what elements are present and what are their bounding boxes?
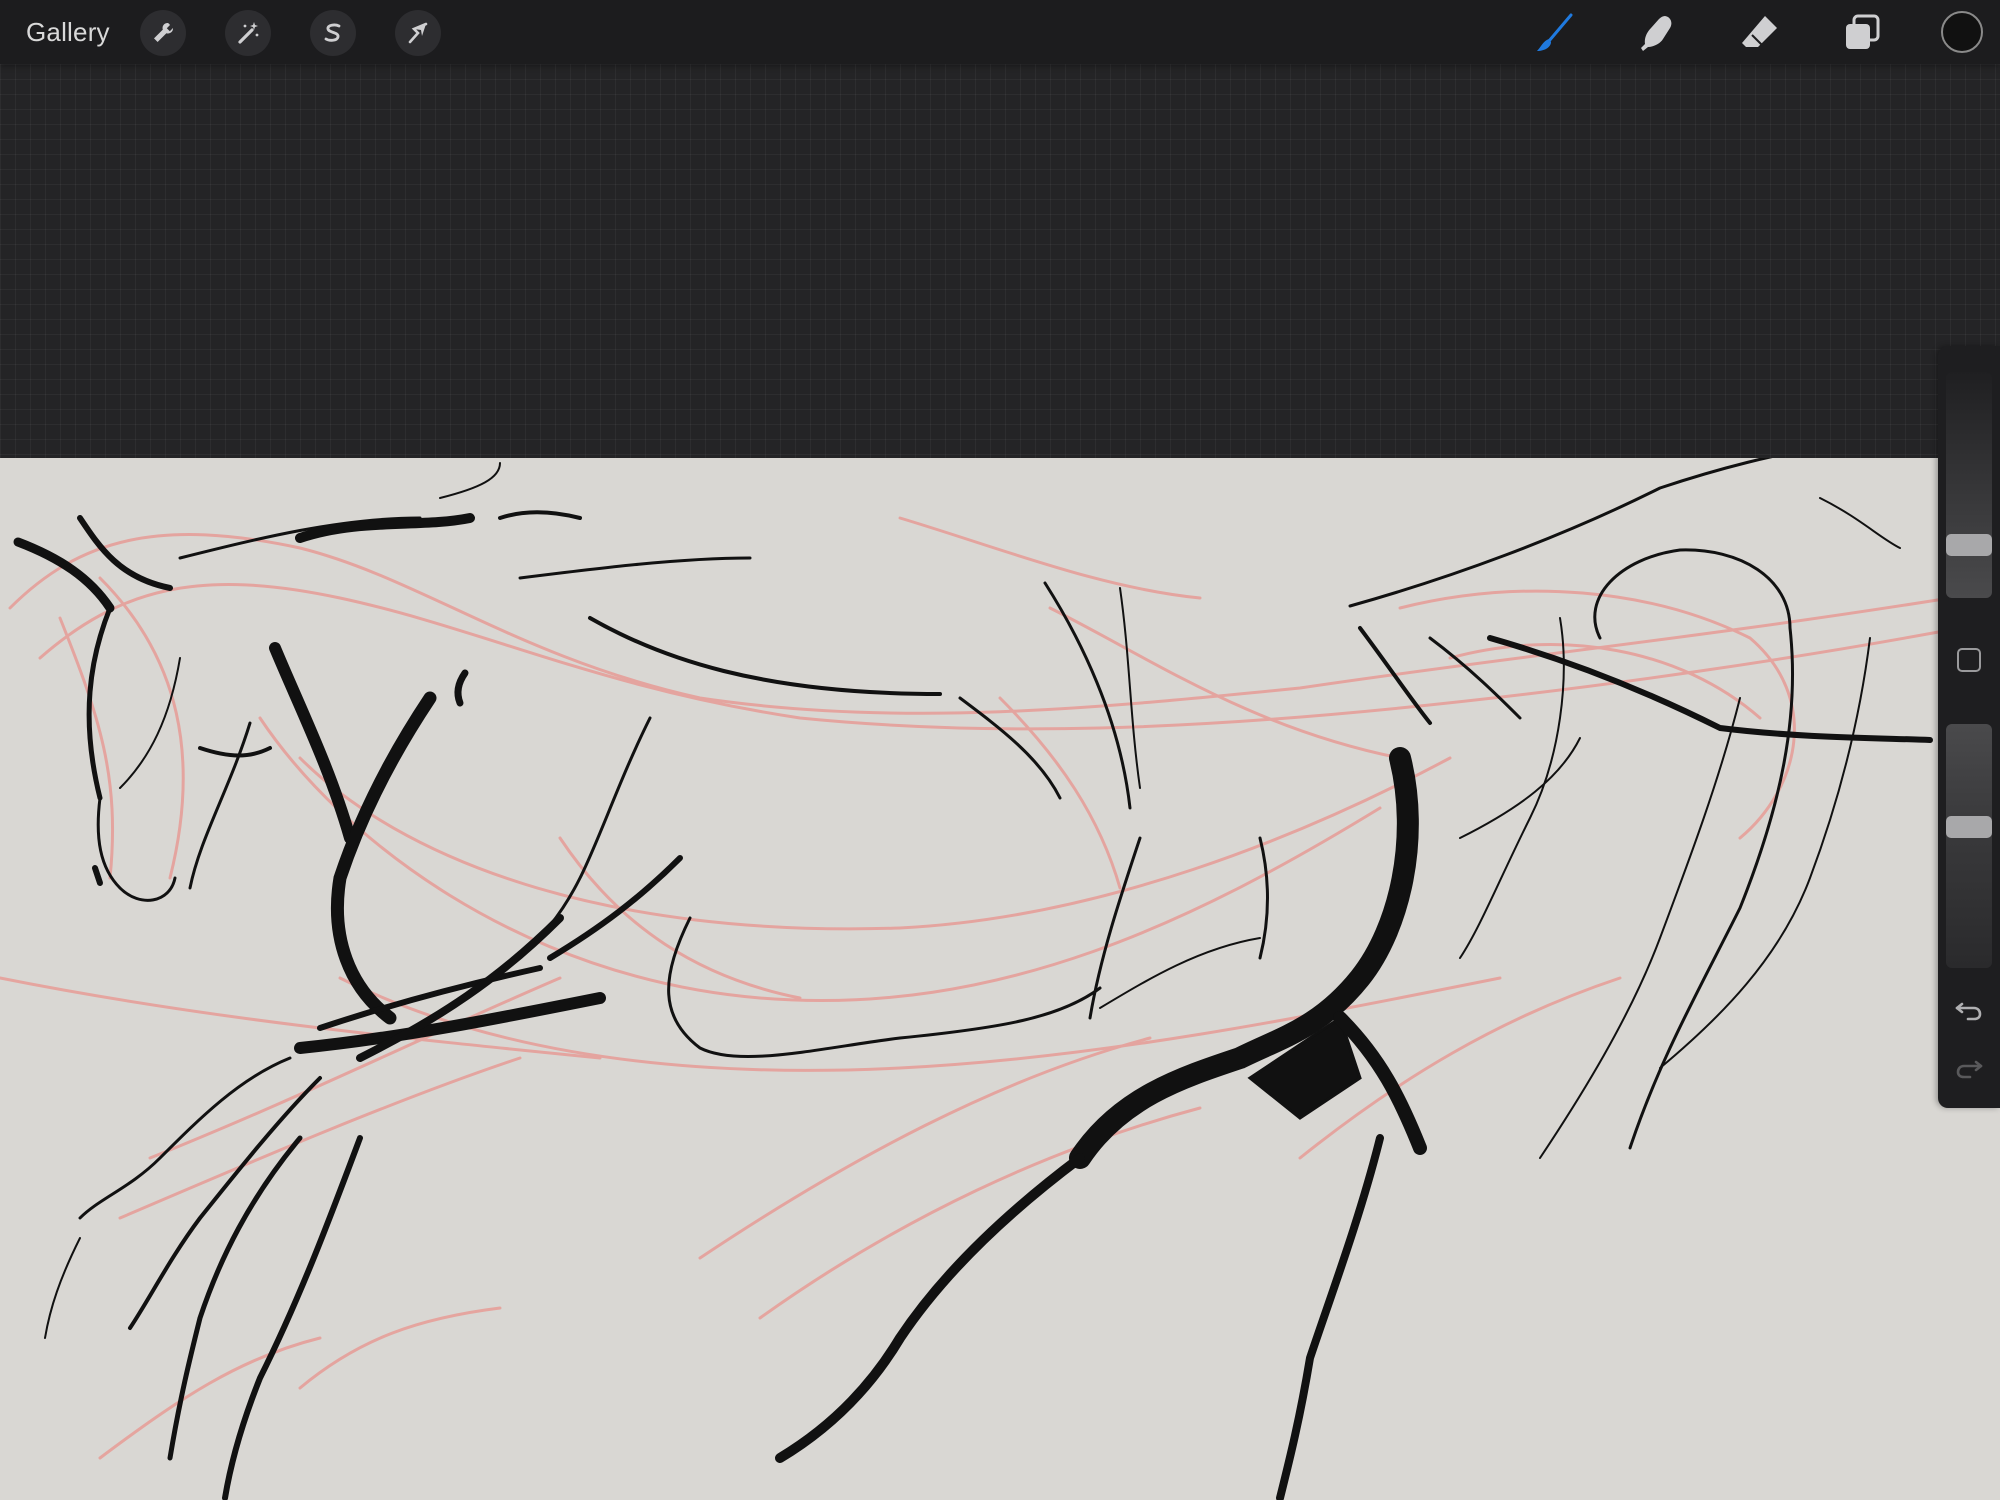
transform-button[interactable] (395, 10, 441, 56)
modifier-square-icon[interactable] (1957, 648, 1981, 672)
undo-button[interactable] (1951, 994, 1987, 1024)
brush-size-thumb[interactable] (1946, 534, 1992, 556)
redo-button[interactable] (1951, 1052, 1987, 1082)
eraser-icon (1742, 16, 1777, 48)
smudge-tool-button[interactable] (1632, 8, 1682, 58)
adjustments-button[interactable] (225, 10, 271, 56)
undo-icon (1955, 1002, 1982, 1021)
wrench-icon (154, 22, 174, 42)
red-underdrawing (0, 516, 1962, 1460)
drawing-canvas[interactable] (0, 458, 2000, 1500)
eraser-tool-button[interactable] (1735, 8, 1785, 58)
magic-wand-icon (238, 22, 259, 44)
layers-icon (1846, 14, 1880, 49)
layers-button[interactable] (1837, 8, 1887, 58)
brush-tool-button[interactable] (1530, 8, 1580, 58)
workspace-background (0, 64, 2000, 458)
brush-sidebar (1938, 346, 2000, 1108)
brush-opacity-slider[interactable] (1946, 724, 1992, 968)
horse-sketch-artwork (0, 458, 1962, 1500)
redo-icon (1956, 1060, 1983, 1079)
smudge-finger-icon (1641, 16, 1672, 51)
gallery-button[interactable]: Gallery (26, 14, 110, 50)
actions-button[interactable] (140, 10, 186, 56)
top-toolbar: Gallery (0, 0, 2000, 64)
brush-opacity-thumb[interactable] (1946, 816, 1992, 838)
arrow-cursor-icon (408, 22, 428, 44)
brush-icon (1537, 13, 1573, 51)
color-picker-button[interactable] (1941, 11, 1983, 53)
brush-size-slider[interactable] (1946, 372, 1992, 598)
selection-s-icon (324, 23, 341, 42)
selection-button[interactable] (310, 10, 356, 56)
